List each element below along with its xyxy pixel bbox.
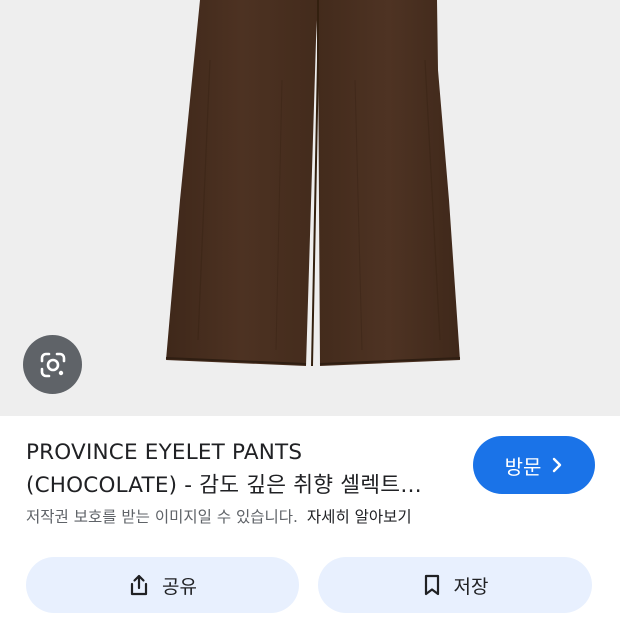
result-info-panel: PROVINCE EYELET PANTS (CHOCOLATE) - 감도 깊…	[0, 416, 620, 620]
product-title-line-2: (CHOCOLATE) - 감도 깊은 취향 셀렉트…	[26, 473, 422, 498]
save-button[interactable]: 저장	[318, 557, 592, 613]
save-button-label: 저장	[453, 575, 489, 598]
share-button[interactable]: 공유	[26, 557, 299, 613]
chevron-right-icon	[551, 457, 563, 473]
visit-button-label: 방문	[504, 454, 542, 479]
google-lens-button[interactable]	[23, 335, 82, 394]
product-title-line-1: PROVINCE EYELET PANTS	[26, 440, 303, 465]
share-button-label: 공유	[162, 575, 197, 598]
copyright-text: 저작권 보호를 받는 이미지일 수 있습니다.	[26, 508, 298, 526]
visit-button[interactable]: 방문	[473, 436, 595, 494]
learn-more-link[interactable]: 자세히 알아보기	[307, 508, 412, 526]
product-image-pants	[165, 0, 461, 367]
copyright-notice: 저작권 보호를 받는 이미지일 수 있습니다. 자세히 알아보기	[26, 505, 412, 527]
product-image-area[interactable]	[0, 0, 620, 416]
product-title[interactable]: PROVINCE EYELET PANTS (CHOCOLATE) - 감도 깊…	[26, 436, 456, 502]
google-lens-icon	[38, 350, 68, 380]
share-icon	[128, 573, 150, 597]
bookmark-icon	[422, 573, 442, 597]
